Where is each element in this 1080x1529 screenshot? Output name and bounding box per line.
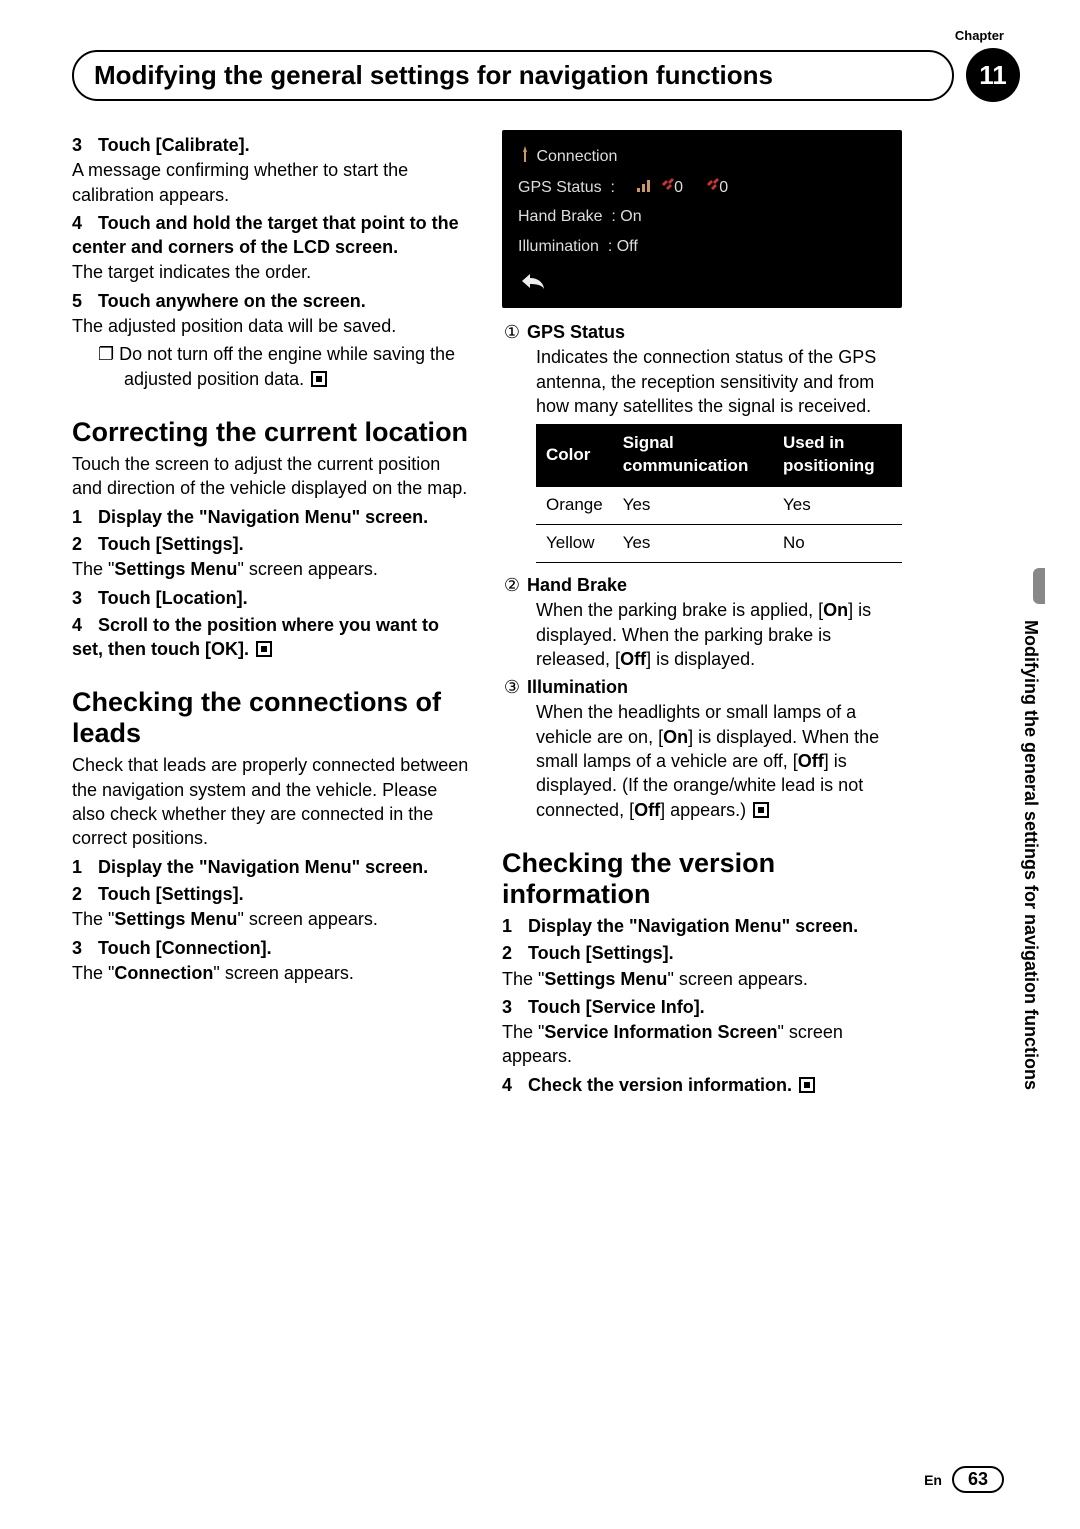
footer-page-number: 63 (952, 1466, 1004, 1493)
step-body: A message confirming whether to start th… (72, 158, 472, 207)
step-number: 1 (72, 855, 98, 879)
satellite-icon (705, 179, 719, 196)
end-mark-icon (311, 371, 327, 387)
step-number: 4 (502, 1073, 528, 1097)
page-title: Modifying the general settings for navig… (72, 50, 954, 101)
back-button[interactable] (518, 267, 886, 298)
table-header: Used in positioning (773, 424, 902, 486)
step-number: 3 (72, 586, 98, 610)
definition-body: When the headlights or small lamps of a … (536, 700, 902, 821)
callout-number: ③ (502, 675, 522, 699)
step-number: 2 (72, 532, 98, 556)
section-heading: Correcting the current location (72, 417, 472, 448)
step-heading: Touch [Settings]. (528, 943, 674, 963)
step-body: The "Connection" screen appears. (72, 961, 472, 985)
definition-body: Indicates the connection status of the G… (536, 345, 902, 418)
table-row: OrangeYesYes (536, 487, 902, 525)
side-tab: Modifying the general settings for navig… (1011, 580, 1045, 1140)
definition-label: Illumination (527, 677, 628, 697)
side-tab-label: Modifying the general settings for navig… (1020, 620, 1041, 1140)
step-number: 1 (72, 505, 98, 529)
step-heading: Display the "Navigation Menu" screen. (98, 857, 428, 877)
step-heading: Check the version information. (528, 1075, 792, 1095)
step-number: 3 (72, 936, 98, 960)
step-number: 1 (502, 914, 528, 938)
step-number: 5 (72, 289, 98, 313)
step-body: The "Settings Menu" screen appears. (72, 907, 472, 931)
section-body: Touch the screen to adjust the current p… (72, 452, 472, 501)
satellite-icon (660, 179, 674, 196)
step-number: 4 (72, 613, 98, 637)
section-body: Check that leads are properly connected … (72, 753, 472, 850)
table-header: Signal communication (613, 424, 773, 486)
gps-color-table: ColorSignal communicationUsed in positio… (536, 424, 902, 563)
step-heading: Touch [Location]. (98, 588, 248, 608)
antenna-icon (518, 146, 532, 169)
callout-number: ② (502, 573, 522, 597)
signal-bars-icon (637, 179, 651, 196)
step-number: 3 (502, 995, 528, 1019)
step-body: The "Settings Menu" screen appears. (72, 557, 472, 581)
figure-gps-row: GPS Status : 0 0 (518, 173, 886, 203)
chapter-label: Chapter (955, 28, 1004, 43)
step-heading: Touch [Service Info]. (528, 997, 705, 1017)
note-bullet-icon: ❐ (98, 344, 119, 364)
connection-screen-figure: Connection GPS Status : 0 0 Hand Brake :… (502, 130, 902, 308)
step-body: The target indicates the order. (72, 260, 472, 284)
table-row: YellowYesNo (536, 524, 902, 562)
definition-label: Hand Brake (527, 575, 627, 595)
step-heading: Touch [Settings]. (98, 534, 244, 554)
end-mark-icon (256, 641, 272, 657)
end-mark-icon (753, 802, 769, 818)
step-heading: Display the "Navigation Menu" screen. (528, 916, 858, 936)
definition-body: When the parking brake is applied, [On] … (536, 598, 902, 671)
section-heading: Checking the connections of leads (72, 687, 472, 749)
footer-language: En (924, 1472, 942, 1488)
end-mark-icon (799, 1077, 815, 1093)
step-note: ❐ Do not turn off the engine while savin… (72, 342, 472, 391)
step-number: 2 (502, 941, 528, 965)
step-body: The "Service Information Screen" screen … (502, 1020, 902, 1069)
table-header: Color (536, 424, 613, 486)
step-body: The "Settings Menu" screen appears. (502, 967, 902, 991)
figure-handbrake-row: Hand Brake : On (518, 202, 886, 232)
step-heading: Touch anywhere on the screen. (98, 291, 366, 311)
section-heading: Checking the version information (502, 848, 902, 910)
page-footer: En 63 (924, 1466, 1004, 1493)
step-number: 4 (72, 211, 98, 235)
side-tab-handle (1033, 568, 1045, 604)
chapter-number-badge: 11 (966, 48, 1020, 102)
page-content: 3Touch [Calibrate]. A message confirming… (72, 130, 902, 1229)
step-heading: Touch [Connection]. (98, 938, 272, 958)
step-heading: Touch [Calibrate]. (98, 135, 250, 155)
step-heading: Touch [Settings]. (98, 884, 244, 904)
callout-number: ① (502, 320, 522, 344)
step-number: 3 (72, 133, 98, 157)
figure-titlebar: Connection (518, 142, 886, 173)
definition-label: GPS Status (527, 322, 625, 342)
step-heading: Display the "Navigation Menu" screen. (98, 507, 428, 527)
step-number: 2 (72, 882, 98, 906)
step-body: The adjusted position data will be saved… (72, 314, 472, 338)
title-bar: Modifying the general settings for navig… (72, 48, 1020, 102)
figure-illumination-row: Illumination : Off (518, 232, 886, 262)
step-heading: Touch and hold the target that point to … (72, 213, 459, 257)
figure-title: Connection (536, 148, 617, 165)
